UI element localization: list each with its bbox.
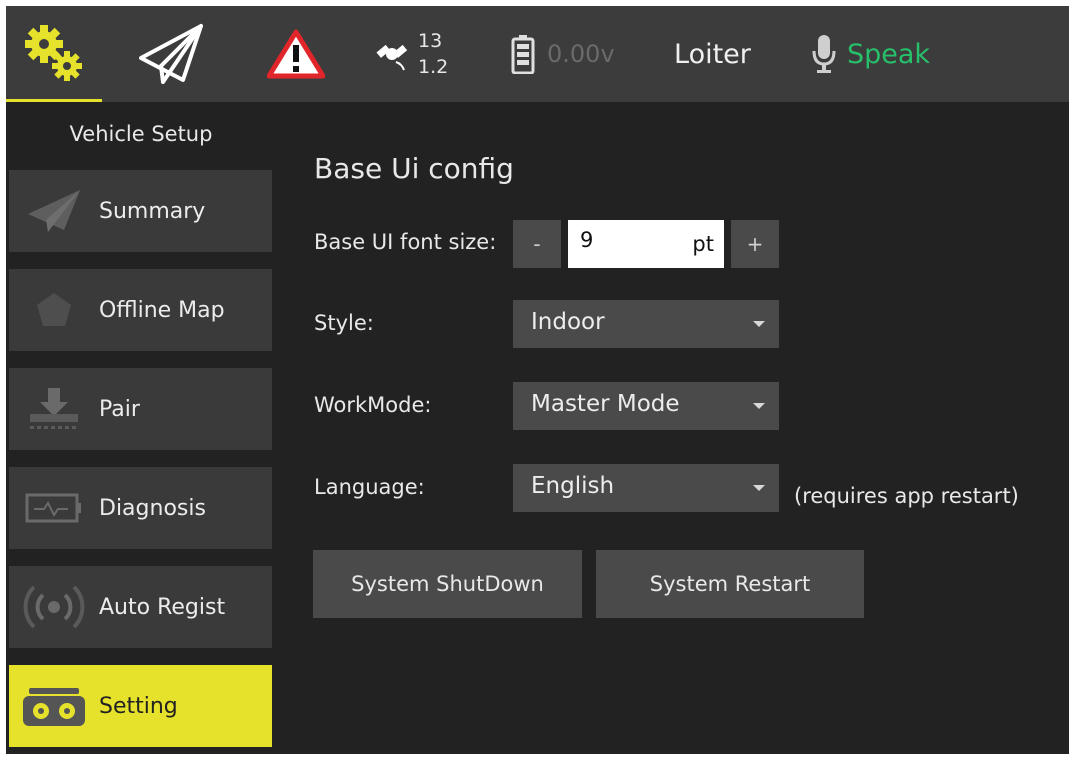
chevron-down-icon	[753, 485, 765, 491]
font-size-decrement-button[interactable]: -	[513, 220, 561, 268]
sidebar-item-auto-regist[interactable]: Auto Regist	[9, 566, 272, 648]
sidebar-item-label: Auto Regist	[99, 594, 226, 620]
satellite-icon	[376, 44, 408, 71]
broadcast-icon	[9, 566, 99, 648]
download-tray-icon	[9, 368, 99, 450]
section-title: Base Ui config	[314, 152, 514, 185]
warning-icon	[267, 29, 325, 79]
gps-hdop: 1.2	[418, 56, 449, 78]
vehicle-setup-tab[interactable]	[6, 6, 102, 102]
paper-plane-icon	[9, 170, 99, 252]
sidebar-item-label: Diagnosis	[99, 495, 206, 521]
sidebar-item-summary[interactable]: Summary	[9, 170, 272, 252]
sidebar-item-label: Summary	[99, 198, 206, 224]
font-size-label: Base UI font size:	[314, 230, 497, 254]
language-label: Language:	[314, 475, 425, 499]
battery-voltage: 0.00v	[547, 40, 615, 68]
battery-pulse-icon	[9, 467, 99, 549]
font-size-increment-button[interactable]: +	[731, 220, 779, 268]
sidebar: Vehicle Setup Summary Offline Map Pair D…	[6, 102, 276, 754]
system-restart-button[interactable]: System Restart	[596, 550, 864, 618]
sidebar-item-offline-map[interactable]: Offline Map	[9, 269, 272, 351]
settings-panel: Base Ui config Base UI font size: - 9 pt…	[276, 102, 1069, 754]
gps-indicator[interactable]: 13 1.2	[374, 6, 464, 102]
sidebar-item-label: Pair	[99, 396, 140, 422]
app-window: 13 1.2 0.00v Loiter Speak Vehicle Setup …	[6, 6, 1069, 754]
style-label: Style:	[314, 311, 374, 335]
workmode-select[interactable]: Master Mode	[513, 382, 779, 430]
sidebar-item-label: Offline Map	[99, 297, 225, 323]
system-shutdown-button[interactable]: System ShutDown	[313, 550, 582, 618]
gps-satellite-count: 13	[418, 30, 443, 52]
language-value: English	[531, 473, 615, 499]
plan-tab[interactable]	[132, 6, 212, 102]
speak-label: Speak	[847, 38, 931, 70]
sidebar-item-diagnosis[interactable]: Diagnosis	[9, 467, 272, 549]
microphone-icon	[812, 35, 836, 73]
controller-icon	[9, 665, 99, 747]
pentagon-icon	[9, 269, 99, 351]
workmode-value: Master Mode	[531, 391, 680, 417]
gears-icon	[25, 25, 82, 81]
sidebar-item-pair[interactable]: Pair	[9, 368, 272, 450]
paper-plane-icon	[139, 24, 203, 84]
toolbar: 13 1.2 0.00v Loiter Speak	[6, 6, 1069, 102]
font-size-input[interactable]: 9 pt	[568, 220, 724, 268]
style-value: Indoor	[531, 309, 605, 335]
sidebar-item-label: Setting	[99, 693, 178, 719]
font-size-unit: pt	[692, 232, 714, 256]
sidebar-title: Vehicle Setup	[69, 122, 213, 146]
flight-mode-label: Loiter	[674, 38, 751, 70]
workmode-label: WorkMode:	[314, 393, 432, 417]
sidebar-item-setting[interactable]: Setting	[9, 665, 272, 747]
font-size-value: 9	[580, 228, 594, 252]
battery-icon	[511, 35, 535, 74]
battery-indicator[interactable]: 0.00v	[511, 6, 641, 102]
chevron-down-icon	[753, 403, 765, 409]
speak-toggle[interactable]: Speak	[811, 6, 930, 102]
flight-mode-selector[interactable]: Loiter	[674, 6, 751, 102]
language-select[interactable]: English	[513, 464, 779, 512]
chevron-down-icon	[753, 321, 765, 327]
language-restart-note: (requires app restart)	[794, 484, 1019, 508]
style-select[interactable]: Indoor	[513, 300, 779, 348]
warning-indicator[interactable]	[264, 6, 328, 102]
